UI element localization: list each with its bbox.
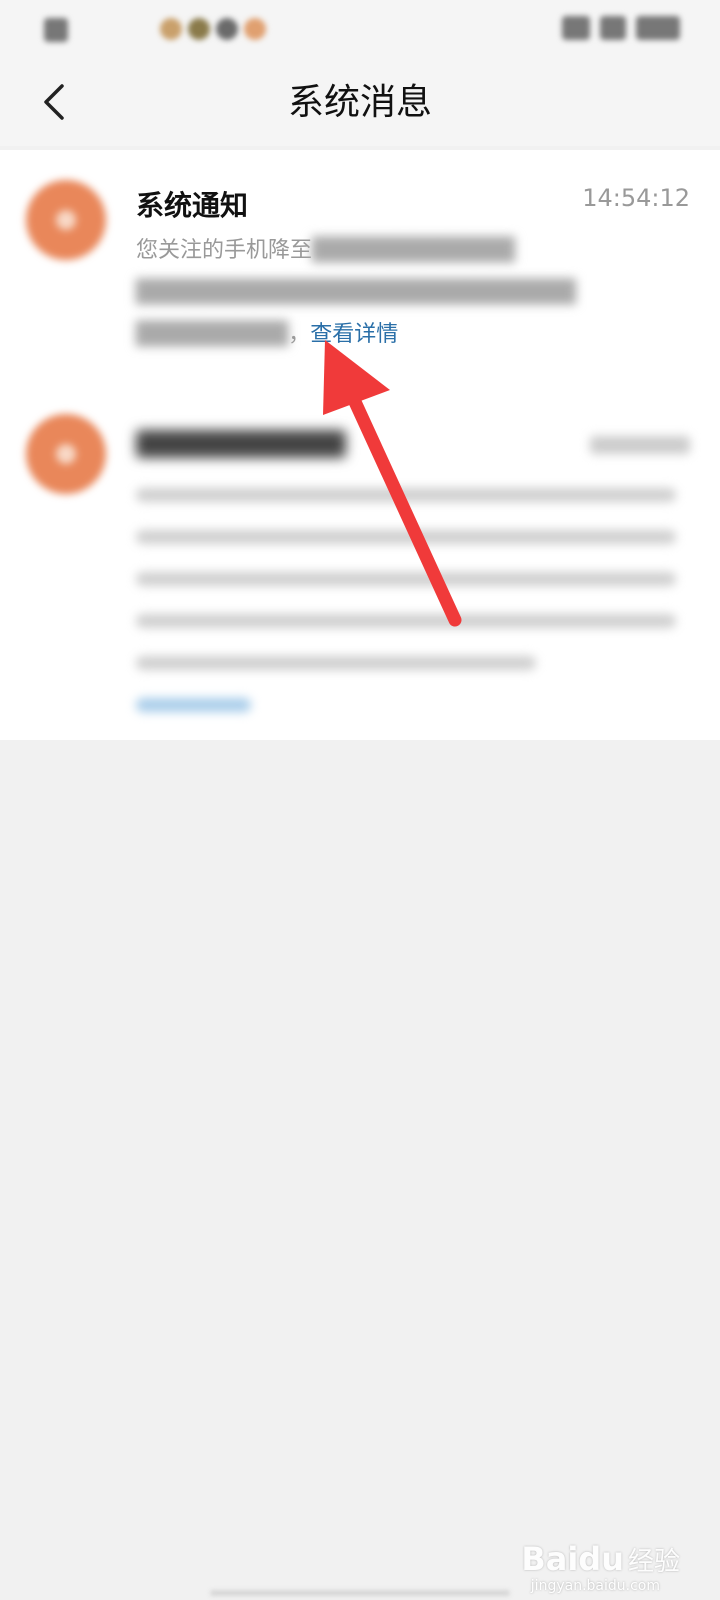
home-indicator[interactable]	[210, 1590, 510, 1596]
blurred-title	[136, 430, 346, 458]
notification-icon	[216, 18, 238, 40]
battery-icon	[636, 16, 680, 40]
message-title: 系统通知	[136, 189, 249, 222]
blurred-body	[136, 474, 681, 740]
message-body-text: 您关注的手机降至	[136, 238, 313, 263]
list-item[interactable]: 系统通知 14:54:12 您关注的手机降至████████████ █████…	[0, 150, 720, 380]
chevron-left-icon	[44, 84, 64, 120]
watermark-url: jingyan.baidu.com	[530, 1578, 660, 1594]
system-notification-icon	[26, 180, 106, 260]
notification-icon	[244, 18, 266, 40]
watermark-logo: Baidu	[521, 1540, 624, 1578]
watermark: Baidu 经验	[521, 1540, 680, 1578]
notification-icon	[188, 18, 210, 40]
blurred-time	[590, 436, 690, 454]
status-icon	[44, 18, 68, 42]
page-title: 系统消息	[287, 82, 432, 123]
watermark-label: 经验	[627, 1546, 680, 1577]
list-item[interactable]	[0, 400, 720, 730]
blurred-text: █████████	[136, 322, 289, 347]
signal-icon	[562, 16, 590, 40]
view-details-link[interactable]: 查看详情	[310, 322, 398, 347]
message-time: 14:54:12	[582, 184, 690, 212]
nav-bar: 系统消息	[0, 60, 720, 146]
blurred-text: ██████████████████████████	[136, 280, 576, 305]
wifi-icon	[600, 16, 626, 40]
system-notification-icon	[26, 414, 106, 494]
message-list: 系统通知 14:54:12 您关注的手机降至████████████ █████…	[0, 150, 720, 740]
back-button[interactable]	[26, 74, 82, 130]
status-bar	[0, 0, 720, 60]
notification-icon	[160, 18, 182, 40]
screen: 系统消息 系统通知 14:54:12 您关注的手机降至████████████ …	[0, 0, 720, 1600]
notification-icons	[160, 18, 266, 40]
status-right-icons	[562, 16, 680, 40]
message-body: 您关注的手机降至████████████ ███████████████████…	[136, 230, 686, 356]
blurred-text: ████████████	[312, 238, 516, 263]
